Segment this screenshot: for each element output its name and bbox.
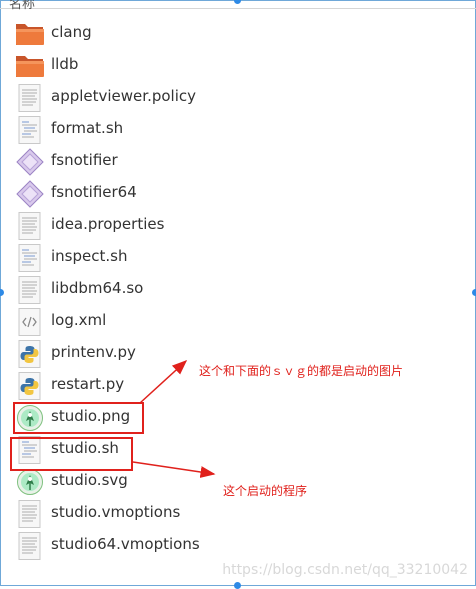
annotation-images-note: 这个和下面的ｓｖｇ的都是启动的图片 — [199, 364, 404, 378]
file-name: log.xml — [51, 311, 107, 329]
name-column-label: 名称 — [9, 0, 36, 12]
script-file-icon — [15, 116, 45, 144]
android-studio-icon — [15, 468, 45, 496]
executable-icon — [15, 180, 45, 208]
file-row[interactable]: libdbm64.so — [0, 273, 476, 305]
folder-icon — [15, 52, 45, 80]
file-name: idea.properties — [51, 215, 165, 233]
text-file-icon — [15, 84, 45, 112]
script-file-icon — [15, 244, 45, 272]
file-row[interactable]: clang — [0, 17, 476, 49]
file-row[interactable]: fsnotifier64 — [0, 177, 476, 209]
file-name: printenv.py — [51, 343, 136, 361]
file-name: appletviewer.policy — [51, 87, 196, 105]
python-file-icon — [15, 340, 45, 368]
file-name: studio.vmoptions — [51, 503, 181, 521]
file-row[interactable]: appletviewer.policy — [0, 81, 476, 113]
text-file-icon — [15, 500, 45, 528]
text-file-icon — [15, 276, 45, 304]
file-row[interactable]: fsnotifier — [0, 145, 476, 177]
text-file-icon — [15, 212, 45, 240]
file-name: clang — [51, 23, 92, 41]
file-row[interactable]: idea.properties — [0, 209, 476, 241]
folder-icon — [15, 20, 45, 48]
watermark: https://blog.csdn.net/qq_33210042 — [222, 562, 468, 578]
file-name: inspect.sh — [51, 247, 128, 265]
file-name: fsnotifier — [51, 151, 118, 169]
file-name: lldb — [51, 55, 79, 73]
file-row[interactable]: studio.vmoptions — [0, 497, 476, 529]
file-row[interactable]: studio64.vmoptions — [0, 529, 476, 561]
xml-file-icon — [15, 308, 45, 336]
file-name: format.sh — [51, 119, 124, 137]
executable-icon — [15, 148, 45, 176]
python-file-icon — [15, 372, 45, 400]
file-row[interactable]: inspect.sh — [0, 241, 476, 273]
file-row[interactable]: log.xml — [0, 305, 476, 337]
file-name: fsnotifier64 — [51, 183, 137, 201]
file-name: studio64.vmoptions — [51, 535, 200, 553]
file-row[interactable]: format.sh — [0, 113, 476, 145]
annotation-box-studio-png — [13, 402, 144, 434]
file-row[interactable]: lldb — [0, 49, 476, 81]
text-file-icon — [15, 532, 45, 560]
annotation-program-note: 这个启动的程序 — [223, 484, 308, 498]
file-name: restart.py — [51, 375, 125, 393]
file-name: libdbm64.so — [51, 279, 144, 297]
annotation-box-studio-sh — [10, 437, 133, 471]
file-name: studio.svg — [51, 471, 128, 489]
